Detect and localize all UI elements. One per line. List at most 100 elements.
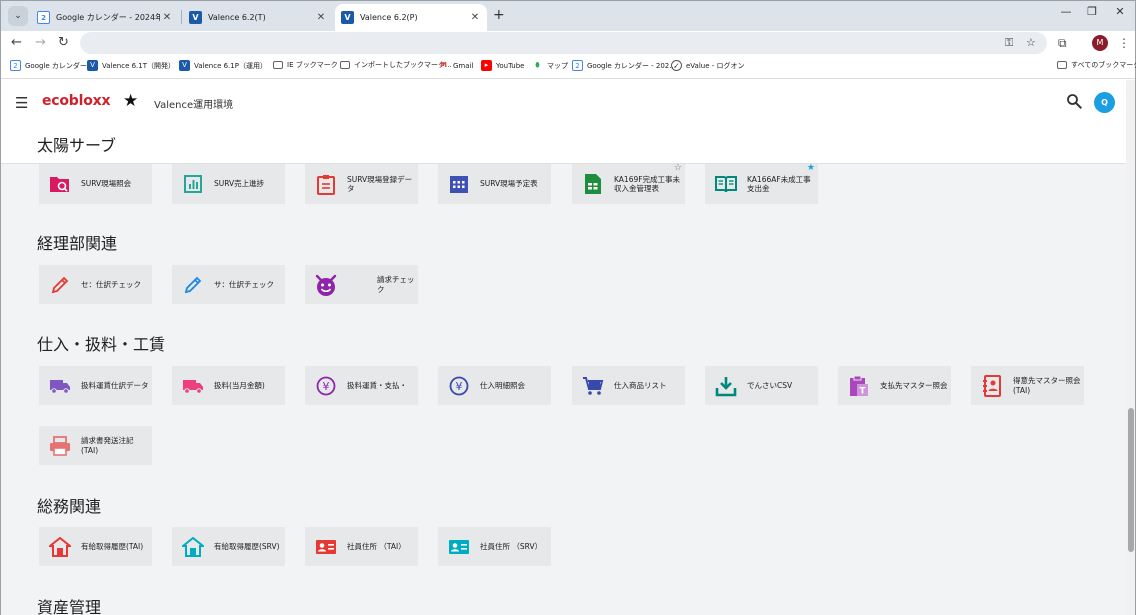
- bookmark-item[interactable]: V Valence 6.1T（開発）: [87, 60, 175, 71]
- calendar-icon: 2: [572, 60, 583, 71]
- tile-label: 扱料運賃・支払・: [347, 380, 407, 390]
- tile-label: SURV現場予定表: [480, 179, 538, 189]
- tab-valence-t[interactable]: V Valence 6.2(T) ✕: [183, 4, 333, 31]
- profile-avatar[interactable]: M: [1092, 35, 1108, 51]
- tile-label: 仕入明細照会: [480, 380, 525, 390]
- tile-surv-genba-shokai[interactable]: SURV現場照会: [39, 164, 152, 204]
- bookmark-label: Valence 6.1P（運用）: [194, 61, 267, 70]
- close-icon[interactable]: ✕: [314, 12, 328, 23]
- bookmark-label: YouTube: [496, 61, 525, 70]
- tile-atsukairyo-kingaku[interactable]: 扱料(当月金額): [172, 366, 285, 405]
- tile-densai-csv[interactable]: でんさいCSV: [705, 366, 818, 405]
- bookmark-item[interactable]: ⬮ マップ: [532, 60, 568, 71]
- valence-icon: V: [341, 11, 354, 24]
- truck-icon: [39, 366, 81, 405]
- tile-shiire-shohin[interactable]: 仕入商品リスト: [572, 366, 685, 405]
- home-icon: [39, 527, 81, 566]
- tile-label: 扱料(当月金額): [214, 380, 265, 390]
- tile-atsukairyo-shiwake[interactable]: 扱料運賃仕訳データ: [39, 366, 152, 405]
- id-card-icon: [438, 527, 480, 566]
- tile-shain-jusho-srv[interactable]: 社員住所 （SRV）: [438, 527, 551, 566]
- tab-title: Valence 6.2(P): [360, 13, 418, 22]
- tile-label: SURV売上進捗: [214, 179, 265, 189]
- tile-ka169f[interactable]: KA169F完成工事未収入金管理表 ☆: [572, 163, 685, 204]
- download-icon: [705, 366, 747, 405]
- back-icon[interactable]: ←: [11, 35, 22, 50]
- sticky-section-header: 太陽サーブ: [1, 126, 1126, 164]
- pencil-icon: [172, 265, 214, 304]
- tile-shain-jusho-tai[interactable]: 社員住所 （TAI）: [305, 527, 418, 566]
- tab-separator: [181, 10, 182, 24]
- tile-seikyusho-hasso[interactable]: 請求書発送注記(TAI): [39, 426, 152, 465]
- bookmark-star-icon[interactable]: ☆: [1026, 36, 1036, 49]
- tile-label: 社員住所 （TAI）: [347, 541, 406, 551]
- tile-label: 仕入商品リスト: [614, 380, 667, 390]
- tab-title: Google カレンダー - 2024年 6月 30日...: [56, 13, 160, 22]
- new-tab-button[interactable]: +: [493, 7, 505, 23]
- user-avatar[interactable]: Q: [1094, 92, 1115, 113]
- tile-sa-shiwake-check[interactable]: サ：仕訳チェック: [172, 265, 285, 304]
- bookmark-item[interactable]: IE ブックマーク: [273, 60, 338, 70]
- spreadsheet-icon: [572, 164, 614, 204]
- tab-search-icon[interactable]: ⌄: [8, 6, 28, 26]
- tile-seikyu-check[interactable]: 請求チェック: [305, 265, 418, 304]
- tile-surv-uriage-shinchoku[interactable]: SURV売上進捗: [172, 164, 285, 204]
- tile-se-shiwake-check[interactable]: セ：仕訳チェック: [39, 265, 152, 304]
- main-content: 太陽サーブ SURV現場照会 SURV売上進捗 SURV現場登録データ SURV…: [1, 126, 1126, 615]
- menu-dots-icon[interactable]: ⋮: [1118, 36, 1130, 50]
- address-bar[interactable]: ⚿ ☆: [80, 32, 1047, 54]
- bookmark-item[interactable]: 2 Google カレンダー - 202...: [572, 60, 676, 71]
- tile-tokuisaki-master[interactable]: 得意先マスター照会(TAI): [971, 366, 1084, 405]
- all-bookmarks-folder[interactable]: すべてのブックマーク: [1057, 60, 1136, 70]
- tile-shiire-meisai[interactable]: ¥ 仕入明細照会: [438, 366, 551, 405]
- favorites-star-icon[interactable]: ★: [123, 91, 138, 111]
- section-title: 仕入・扱料・工賃: [37, 335, 166, 354]
- reload-icon[interactable]: ↻: [58, 35, 69, 50]
- tile-label: 有給取得履歴(TAI): [81, 541, 144, 551]
- restore-icon[interactable]: ❐: [1077, 5, 1107, 18]
- forward-icon[interactable]: →: [35, 35, 46, 50]
- password-key-icon[interactable]: ⚿: [1005, 36, 1013, 50]
- cart-icon: [572, 366, 614, 405]
- favorite-star-icon[interactable]: ★: [807, 163, 815, 173]
- bookmark-item[interactable]: V Valence 6.1P（運用）: [179, 60, 267, 71]
- valence-icon: V: [189, 11, 202, 24]
- tile-label: サ：仕訳チェック: [214, 279, 274, 289]
- tile-label: でんさいCSV: [747, 380, 793, 390]
- tile-yukyu-srv[interactable]: 有給取得履歴(SRV): [172, 527, 285, 566]
- yen-icon: ¥: [438, 366, 480, 405]
- address-book-icon: [971, 366, 1013, 405]
- bookmark-item[interactable]: 2 Google カレンダー: [10, 60, 87, 71]
- extensions-icon[interactable]: ⧉: [1058, 36, 1067, 51]
- bookmark-label: すべてのブックマーク: [1071, 61, 1136, 69]
- tab-title: Valence 6.2(T): [208, 13, 266, 22]
- bookmark-item[interactable]: インポートしたブックマーク...: [340, 60, 452, 70]
- tab-google-calendar[interactable]: 2 Google カレンダー - 2024年 6月 30日... ✕: [31, 4, 179, 31]
- search-icon[interactable]: [1065, 92, 1083, 110]
- tile-label: 支払先マスター照会: [880, 380, 948, 390]
- ecobloxx-logo[interactable]: ecobloxx: [42, 93, 111, 109]
- close-window-icon[interactable]: ✕: [1105, 5, 1135, 18]
- bookmark-item[interactable]: ▸ YouTube: [481, 60, 524, 71]
- scrollbar-thumb[interactable]: [1128, 408, 1134, 552]
- tile-ka166af[interactable]: KA166AF未成工事支出金 ★: [705, 163, 818, 204]
- menu-icon[interactable]: ☰: [15, 94, 28, 112]
- close-icon[interactable]: ✕: [468, 12, 482, 23]
- tile-shiharaisaki-master[interactable]: T 支払先マスター照会: [838, 366, 951, 405]
- favorite-star-icon[interactable]: ☆: [674, 163, 682, 173]
- tile-label: 扱料運賃仕訳データ: [81, 380, 149, 390]
- tile-yukyu-tai[interactable]: 有給取得履歴(TAI): [39, 527, 152, 566]
- bookmark-label: Google カレンダー: [25, 61, 87, 70]
- folder-icon: [273, 61, 283, 69]
- tile-surv-genba-toroku[interactable]: SURV現場登録データ: [305, 164, 418, 204]
- printer-icon: [39, 426, 81, 465]
- bookmark-label: Google カレンダー - 202...: [587, 61, 676, 70]
- tile-surv-genba-yoteihyo[interactable]: SURV現場予定表: [438, 164, 551, 204]
- tab-valence-p[interactable]: V Valence 6.2(P) ✕: [335, 4, 487, 31]
- bookmark-item[interactable]: ✓ eValue - ログオン: [671, 60, 745, 71]
- svg-text:¥: ¥: [456, 380, 463, 393]
- tile-atsukairyo-shiharai[interactable]: ¥ 扱料運賃・支払・: [305, 366, 418, 405]
- bookmark-item[interactable]: M Gmail: [438, 60, 473, 71]
- close-icon[interactable]: ✕: [160, 12, 174, 23]
- bookmark-label: eValue - ログオン: [686, 61, 745, 70]
